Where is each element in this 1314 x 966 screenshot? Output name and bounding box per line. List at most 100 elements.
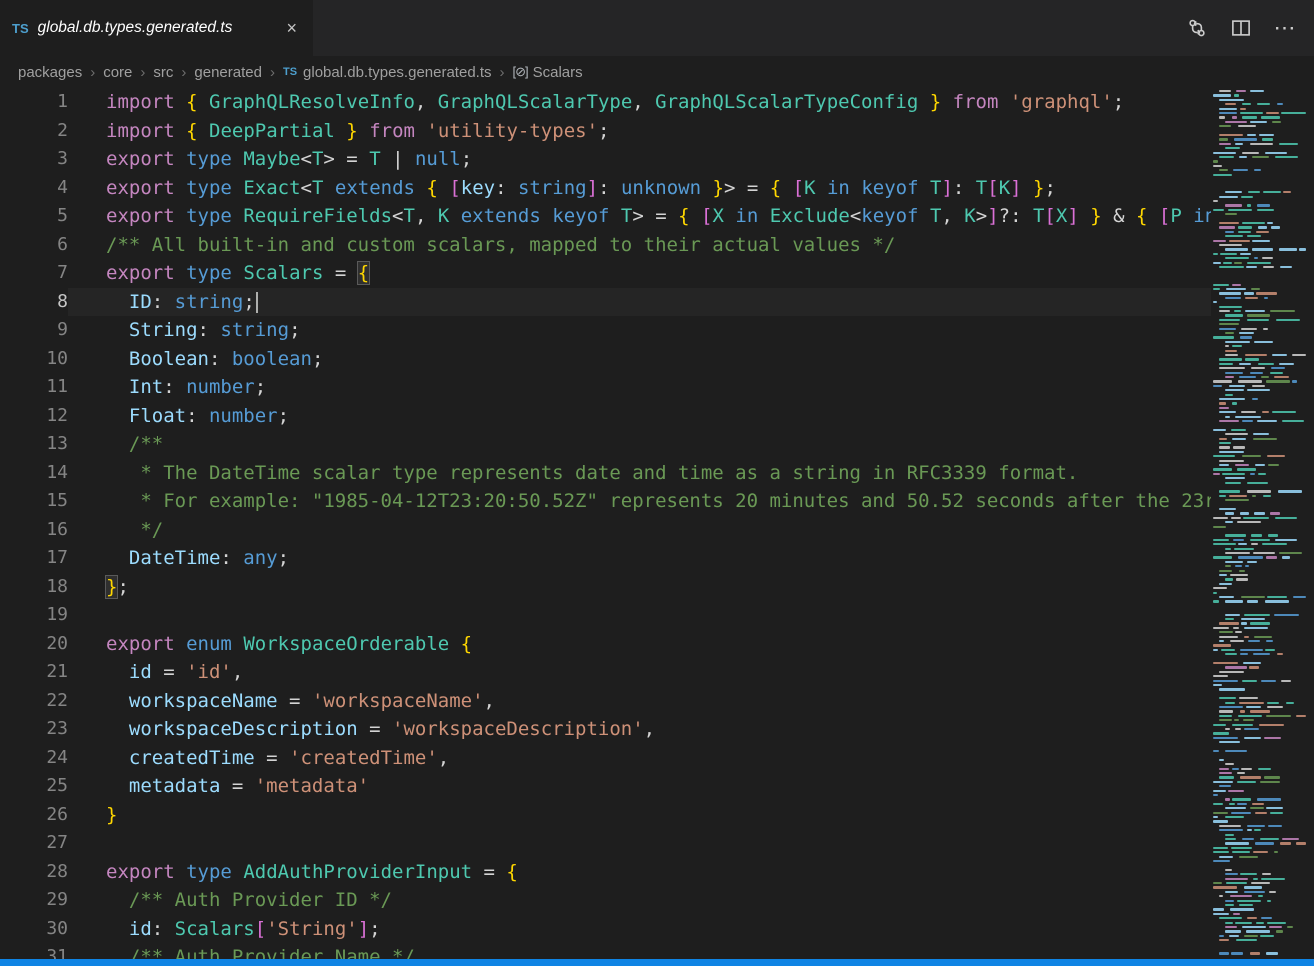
code-line-text (68, 829, 1211, 858)
line-number[interactable]: 25 (0, 772, 68, 801)
code-line[interactable]: 25 metadata = 'metadata' (0, 772, 1211, 801)
code-line[interactable]: 26} (0, 801, 1211, 830)
line-number[interactable]: 2 (0, 117, 68, 146)
code-line-text: /** All built-in and custom scalars, map… (68, 231, 1211, 260)
editor[interactable]: 1import { GraphQLResolveInfo, GraphQLSca… (0, 88, 1314, 959)
breadcrumb-separator: › (139, 64, 146, 81)
line-number[interactable]: 6 (0, 231, 68, 260)
code-line-text: export type Scalars = { (68, 259, 1211, 288)
status-bar (0, 959, 1314, 966)
code-line-text: export enum WorkspaceOrderable { (68, 630, 1211, 659)
symbol-type-icon: [⊘] (513, 64, 528, 80)
code-line[interactable]: 22 workspaceName = 'workspaceName', (0, 687, 1211, 716)
breadcrumb-item-generated[interactable]: generated (194, 64, 262, 81)
typescript-icon: TS (283, 66, 297, 78)
code-line[interactable]: 10 Boolean: boolean; (0, 345, 1211, 374)
breadcrumb-item-src[interactable]: src (153, 64, 173, 81)
line-number[interactable]: 30 (0, 915, 68, 944)
code-line[interactable]: 13 /** (0, 430, 1211, 459)
minimap[interactable] (1211, 88, 1310, 959)
line-number[interactable]: 24 (0, 744, 68, 773)
code-line[interactable]: 19 (0, 601, 1211, 630)
line-number[interactable]: 26 (0, 801, 68, 830)
code-line-text: /** Auth Provider Name */ (68, 943, 1211, 959)
code-line[interactable]: 12 Float: number; (0, 402, 1211, 431)
line-number[interactable]: 4 (0, 174, 68, 203)
line-number[interactable]: 1 (0, 88, 68, 117)
code-line[interactable]: 29 /** Auth Provider ID */ (0, 886, 1211, 915)
line-number[interactable]: 5 (0, 202, 68, 231)
code-line[interactable]: 9 String: string; (0, 316, 1211, 345)
tab-label: global.db.types.generated.ts (38, 19, 274, 37)
line-number[interactable]: 22 (0, 687, 68, 716)
code-line[interactable]: 16 */ (0, 516, 1211, 545)
breadcrumb-item-core[interactable]: core (103, 64, 132, 81)
line-number[interactable]: 21 (0, 658, 68, 687)
code-line[interactable]: 17 DateTime: any; (0, 544, 1211, 573)
code-line[interactable]: 18}; (0, 573, 1211, 602)
more-actions-icon[interactable]: ⋯ (1270, 13, 1300, 43)
breadcrumb-label: src (153, 64, 173, 81)
code-line-text: export type RequireFields<T, K extends k… (68, 202, 1211, 231)
line-number[interactable]: 17 (0, 544, 68, 573)
code-line[interactable]: 14 * The DateTime scalar type represents… (0, 459, 1211, 488)
line-number[interactable]: 8 (0, 288, 68, 317)
code-line[interactable]: 6/** All built-in and custom scalars, ma… (0, 231, 1211, 260)
breadcrumb-item-scalars[interactable]: [⊘] Scalars (513, 64, 583, 81)
line-number[interactable]: 7 (0, 259, 68, 288)
breadcrumb-label: generated (194, 64, 262, 81)
line-number[interactable]: 27 (0, 829, 68, 858)
line-number[interactable]: 3 (0, 145, 68, 174)
line-number[interactable]: 29 (0, 886, 68, 915)
line-number[interactable]: 14 (0, 459, 68, 488)
line-number[interactable]: 12 (0, 402, 68, 431)
code-line[interactable]: 1import { GraphQLResolveInfo, GraphQLSca… (0, 88, 1211, 117)
code-line[interactable]: 2import { DeepPartial } from 'utility-ty… (0, 117, 1211, 146)
code-line-text: Int: number; (68, 373, 1211, 402)
breadcrumb-item-global-db-types-generated-ts[interactable]: TSglobal.db.types.generated.ts (283, 64, 492, 81)
line-number[interactable]: 20 (0, 630, 68, 659)
code-line[interactable]: 27 (0, 829, 1211, 858)
code-line-text: workspaceDescription = 'workspaceDescrip… (68, 715, 1211, 744)
code-line[interactable]: 7export type Scalars = { (0, 259, 1211, 288)
code-line[interactable]: 15 * For example: "1985-04-12T23:20:50.5… (0, 487, 1211, 516)
code-line[interactable]: 23 workspaceDescription = 'workspaceDesc… (0, 715, 1211, 744)
code-area[interactable]: 1import { GraphQLResolveInfo, GraphQLSca… (0, 88, 1211, 959)
line-number[interactable]: 13 (0, 430, 68, 459)
open-changes-icon[interactable] (1182, 13, 1212, 43)
line-number[interactable]: 15 (0, 487, 68, 516)
breadcrumb-label: Scalars (533, 64, 583, 81)
breadcrumb-item-packages[interactable]: packages (18, 64, 82, 81)
line-number[interactable]: 11 (0, 373, 68, 402)
code-line[interactable]: 31 /** Auth Provider Name */ (0, 943, 1211, 959)
line-number[interactable]: 28 (0, 858, 68, 887)
line-number[interactable]: 23 (0, 715, 68, 744)
code-line[interactable]: 5export type RequireFields<T, K extends … (0, 202, 1211, 231)
line-number[interactable]: 10 (0, 345, 68, 374)
code-line[interactable]: 28export type AddAuthProviderInput = { (0, 858, 1211, 887)
code-line-text: export type AddAuthProviderInput = { (68, 858, 1211, 887)
code-line[interactable]: 3export type Maybe<T> = T | null; (0, 145, 1211, 174)
line-number[interactable]: 16 (0, 516, 68, 545)
code-line-text (68, 601, 1211, 630)
code-line[interactable]: 4export type Exact<T extends { [key: str… (0, 174, 1211, 203)
code-line-text: export type Maybe<T> = T | null; (68, 145, 1211, 174)
code-line[interactable]: 30 id: Scalars['String']; (0, 915, 1211, 944)
code-line-text: Float: number; (68, 402, 1211, 431)
code-line[interactable]: 20export enum WorkspaceOrderable { (0, 630, 1211, 659)
line-number[interactable]: 19 (0, 601, 68, 630)
line-number[interactable]: 18 (0, 573, 68, 602)
code-line[interactable]: 11 Int: number; (0, 373, 1211, 402)
line-number[interactable]: 31 (0, 943, 68, 959)
code-line[interactable]: 8 ID: string; (0, 288, 1211, 317)
code-line-text: metadata = 'metadata' (68, 772, 1211, 801)
code-line[interactable]: 24 createdTime = 'createdTime', (0, 744, 1211, 773)
line-number[interactable]: 9 (0, 316, 68, 345)
breadcrumb-separator: › (269, 64, 276, 81)
close-icon[interactable]: × (282, 17, 301, 39)
code-line-text: DateTime: any; (68, 544, 1211, 573)
code-line[interactable]: 21 id = 'id', (0, 658, 1211, 687)
tab-global-db-types-generated[interactable]: TS global.db.types.generated.ts × (0, 0, 314, 56)
code-line-text: */ (68, 516, 1211, 545)
split-editor-icon[interactable] (1226, 13, 1256, 43)
